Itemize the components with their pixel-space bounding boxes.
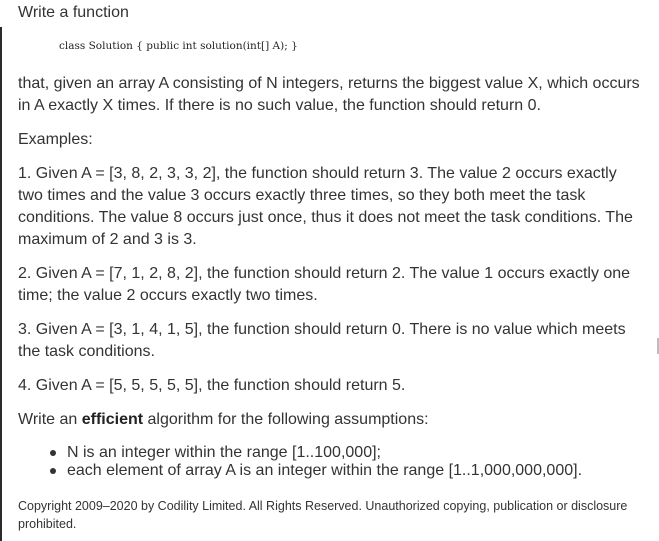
left-border-rule	[0, 27, 2, 541]
examples-heading: Examples:	[18, 131, 93, 148]
efficient-emphasis: efficient	[81, 411, 144, 428]
copyright-notice: Copyright 2009–2020 by Codility Limited.…	[18, 499, 628, 531]
intro-text: Write a function	[18, 4, 129, 21]
assumptions-intro-after: algorithm for the following assumptions:	[143, 411, 429, 428]
example-1: 1. Given A = [3, 8, 2, 3, 3, 2], the fun…	[18, 165, 633, 248]
list-item: each element of array A is an integer wi…	[50, 462, 582, 480]
example-2: 2. Given A = [7, 1, 2, 8, 2], the functi…	[18, 265, 631, 304]
task-statement: that, given an array A consisting of N i…	[18, 75, 640, 114]
bullet-icon	[50, 468, 56, 474]
code-signature: class Solution { public int solution(int…	[59, 40, 298, 52]
task-description: Write a function class Solution { public…	[0, 0, 659, 541]
assumptions-intro-before: Write an	[18, 411, 82, 428]
assumption-element-range: each element of array A is an integer wi…	[67, 462, 583, 479]
assumptions-list: N is an integer within the range [1..100…	[50, 444, 582, 480]
assumptions-intro: Write an efficient algorithm for the fol…	[18, 409, 643, 431]
example-4: 4. Given A = [5, 5, 5, 5, 5], the functi…	[18, 377, 406, 394]
assumption-n-range: N is an integer within the range [1..100…	[67, 444, 381, 461]
bullet-icon	[50, 450, 56, 456]
example-3: 3. Given A = [3, 1, 4, 1, 5], the functi…	[18, 321, 626, 360]
list-item: N is an integer within the range [1..100…	[50, 444, 582, 462]
